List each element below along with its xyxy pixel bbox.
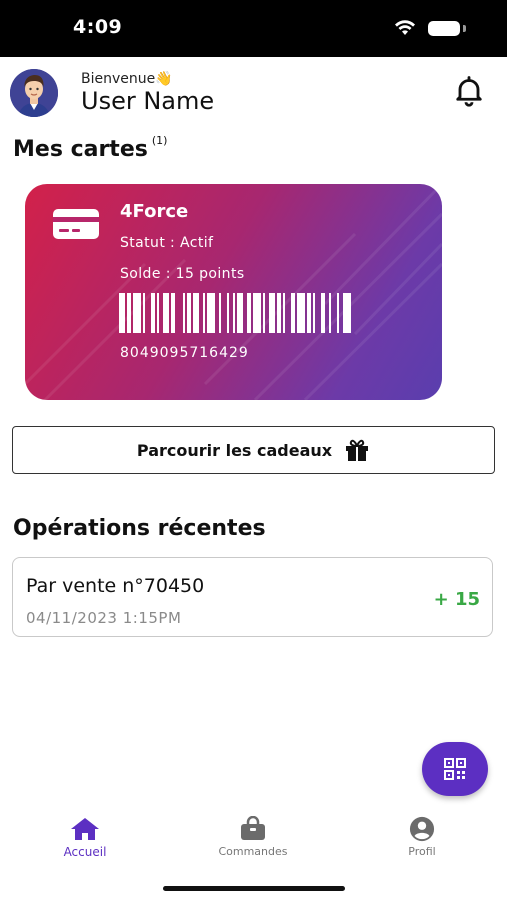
bell-icon[interactable] [451,73,487,109]
header: Bienvenue👋 User Name [0,57,507,127]
home-indicator-area [0,868,507,900]
battery-tip [463,25,466,32]
bag-icon [241,816,265,840]
greeting-text: Bienvenue👋 [81,71,173,87]
status-bar: 4:09 [0,0,507,57]
cards-section-title: Mes cartes (1) [13,133,168,162]
card-balance: Solde : 15 points [120,266,245,282]
browse-gifts-label: Parcourir les cadeaux [136,440,333,460]
home-indicator[interactable] [163,886,345,891]
status-time: 4:09 [73,16,123,38]
nav-item-profil[interactable]: Profil [362,808,482,858]
cards-count: (1) [151,133,168,147]
operation-date: 04/11/2023 1:15PM [26,609,182,627]
nav-label-accueil: Accueil [63,845,107,859]
wifi-icon [395,20,415,35]
operations-section-title: Opérations récentes [13,516,266,541]
battery-icon [428,21,460,36]
nav-item-commandes[interactable]: Commandes [193,808,313,858]
user-name: User Name [81,87,215,115]
browse-gifts-button[interactable]: Parcourir les cadeaux [12,426,495,474]
qr-code-icon [444,758,466,780]
credit-card-icon [53,209,99,239]
barcode [119,293,351,333]
nav-label-profil: Profil [408,845,436,858]
gift-icon [346,439,369,461]
nav-label-commandes: Commandes [218,845,288,858]
card-number: 8049095716429 [120,345,249,361]
home-icon [71,818,99,840]
card-status: Statut : Actif [120,235,214,251]
nav-item-accueil[interactable]: Accueil [25,808,145,859]
profile-icon [409,816,435,842]
qr-scan-button[interactable] [422,742,488,796]
card-name: 4Force [120,201,189,222]
cards-title-text: Mes cartes [13,137,148,162]
bottom-nav: Accueil Commandes Profil [0,808,507,868]
avatar-image [10,69,58,117]
loyalty-card[interactable]: 4Force Statut : Actif Solde : 15 points … [25,184,442,400]
avatar[interactable] [10,69,58,117]
operation-title: Par vente n°70450 [26,575,205,597]
operation-item[interactable]: Par vente n°70450 04/11/2023 1:15PM + 15 [12,557,493,637]
operation-points: + 15 [433,589,480,610]
